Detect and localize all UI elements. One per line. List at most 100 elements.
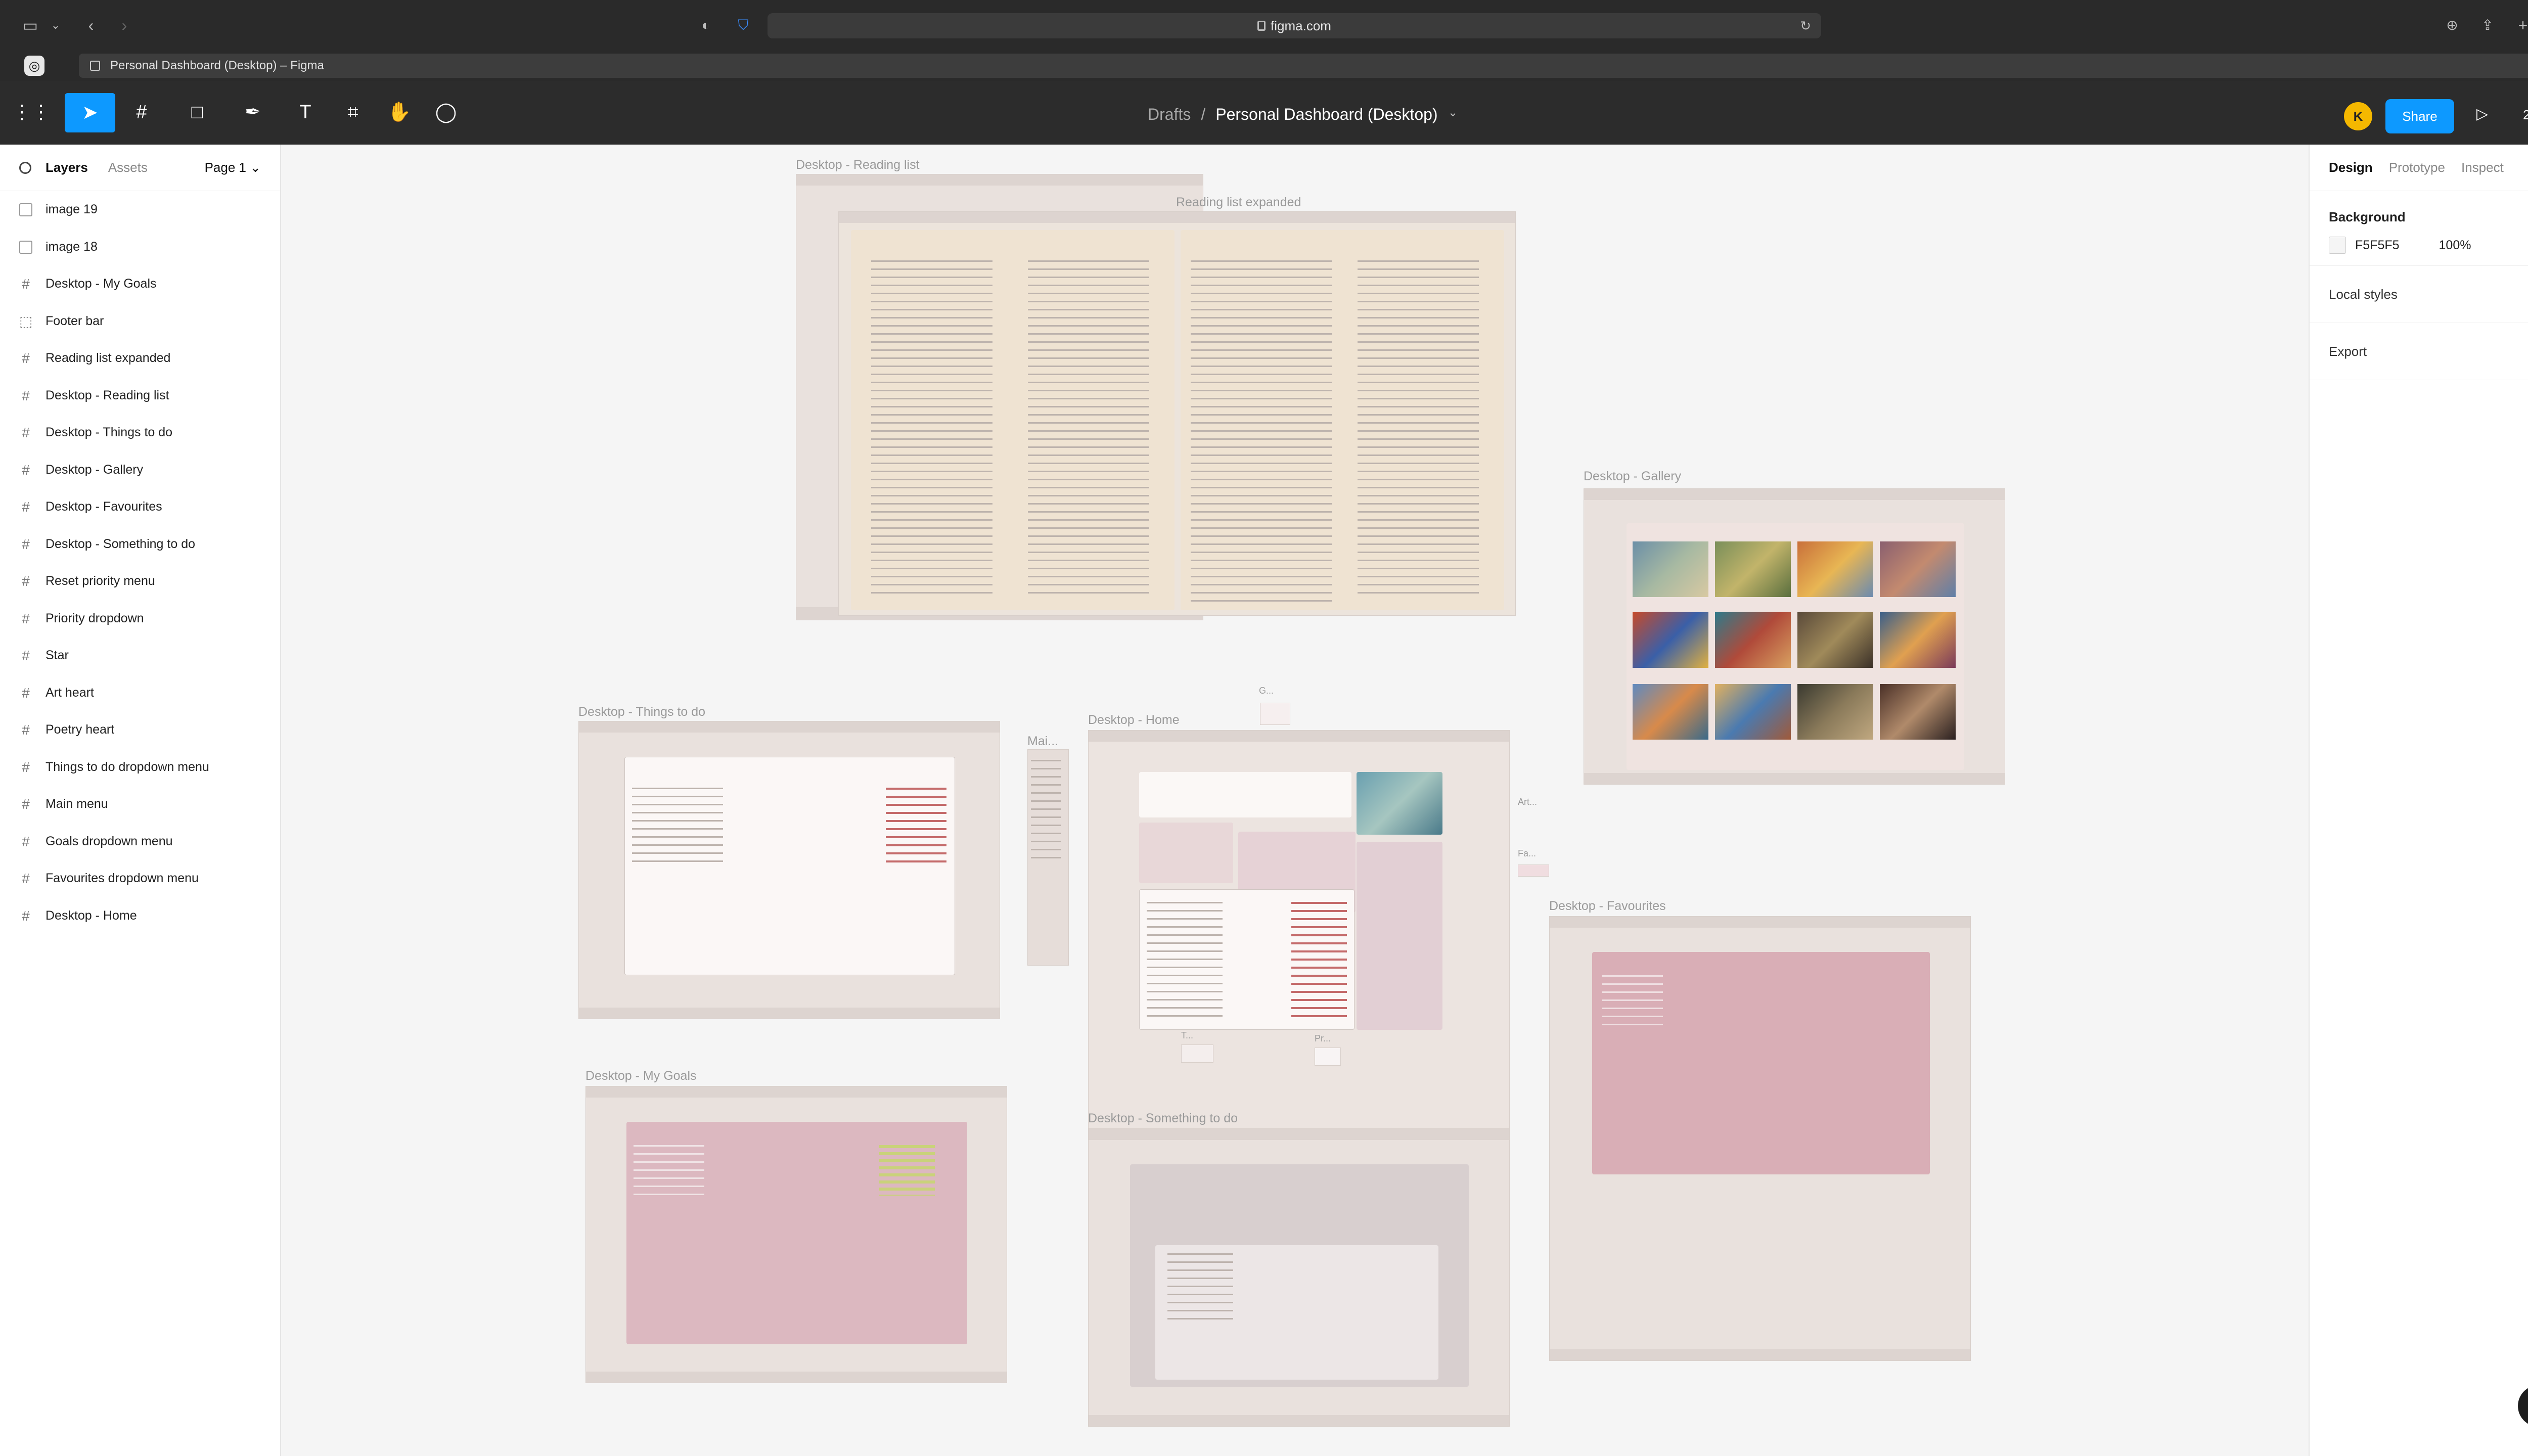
- present-icon[interactable]: ▷: [2476, 105, 2488, 123]
- tab-layers[interactable]: Layers: [46, 160, 88, 175]
- frame-label-home[interactable]: Desktop - Home: [1088, 713, 1180, 727]
- layer-item[interactable]: # Poetry heart: [0, 711, 280, 749]
- tab-assets[interactable]: Assets: [108, 160, 148, 175]
- frame-tool-icon[interactable]: #: [126, 97, 157, 127]
- layer-item[interactable]: # Favourites dropdown menu: [0, 860, 280, 897]
- layer-item[interactable]: # Main menu: [0, 786, 280, 823]
- search-icon[interactable]: [19, 162, 31, 174]
- share-button[interactable]: Share: [2385, 99, 2454, 133]
- frame-label-art-heart[interactable]: Art...: [1518, 797, 1537, 807]
- hand-tool-icon[interactable]: ✋: [384, 97, 415, 127]
- shield-icon[interactable]: ⛉: [733, 15, 753, 35]
- file-name[interactable]: Personal Dashboard (Desktop): [1215, 105, 1437, 124]
- main-menu-icon[interactable]: ⋮⋮: [12, 97, 51, 127]
- frame-label-favourites-dropdown[interactable]: Fa...: [1518, 848, 1536, 859]
- page-selector[interactable]: Page 1 ⌄: [205, 160, 261, 175]
- layer-item[interactable]: # Reset priority menu: [0, 563, 280, 600]
- art-thumbnail[interactable]: [1715, 612, 1791, 668]
- frame-label-priority-dropdown[interactable]: Pr...: [1315, 1033, 1331, 1044]
- frame-gallery[interactable]: [1584, 488, 2005, 785]
- privacy-icon[interactable]: ◐: [696, 15, 716, 35]
- figma-app-icon[interactable]: ◎: [24, 56, 44, 76]
- layer-item[interactable]: # Art heart: [0, 674, 280, 712]
- frame-home[interactable]: [1088, 730, 1510, 1173]
- frame-label-my-goals[interactable]: Desktop - My Goals: [585, 1069, 697, 1083]
- layer-item[interactable]: # Desktop - Something to do: [0, 526, 280, 563]
- breadcrumb-drafts[interactable]: Drafts: [1148, 105, 1191, 124]
- art-thumbnail[interactable]: [1633, 684, 1708, 740]
- address-bar[interactable]: figma.com ↻: [768, 13, 1821, 38]
- frame-label-something[interactable]: Desktop - Something to do: [1088, 1111, 1238, 1126]
- layer-item[interactable]: # Reading list expanded: [0, 340, 280, 377]
- frame-label-things-to-do[interactable]: Desktop - Things to do: [578, 705, 705, 719]
- art-widget[interactable]: [1357, 772, 1442, 835]
- rectangle-tool-icon[interactable]: □: [182, 97, 212, 127]
- layer-item[interactable]: # Things to do dropdown menu: [0, 749, 280, 786]
- frame-label-gallery[interactable]: Desktop - Gallery: [1584, 469, 1681, 484]
- frame-favourites-dropdown[interactable]: [1518, 864, 1549, 877]
- layer-item[interactable]: # Desktop - Gallery: [0, 451, 280, 489]
- frame-favourites[interactable]: [1549, 916, 1971, 1361]
- frame-label-goals-dropdown[interactable]: G...: [1259, 686, 1274, 696]
- tab-design[interactable]: Design: [2329, 160, 2373, 175]
- layer-item[interactable]: image 18: [0, 229, 280, 266]
- share-page-icon[interactable]: ⇪: [2477, 15, 2498, 35]
- art-thumbnail[interactable]: [1797, 684, 1873, 740]
- goals-card: [626, 1122, 967, 1344]
- art-thumbnail[interactable]: [1797, 612, 1873, 668]
- canvas[interactable]: Desktop - Reading list Reading list expa…: [281, 145, 2309, 1456]
- art-thumbnail[interactable]: [1715, 684, 1791, 740]
- chevron-down-icon[interactable]: ⌄: [46, 15, 66, 35]
- layer-item[interactable]: # Desktop - Favourites: [0, 488, 280, 526]
- art-thumbnail[interactable]: [1633, 541, 1708, 597]
- sidebar-toggle-icon[interactable]: ▭: [20, 15, 40, 35]
- reload-icon[interactable]: ↻: [1800, 18, 1811, 34]
- forward-icon[interactable]: ›: [114, 15, 134, 35]
- comment-tool-icon[interactable]: ◯: [431, 97, 461, 127]
- frame-priority-dropdown[interactable]: [1315, 1048, 1341, 1066]
- art-thumbnail[interactable]: [1880, 684, 1956, 740]
- background-hex[interactable]: F5F5F5: [2355, 238, 2400, 253]
- layer-item[interactable]: # Desktop - My Goals: [0, 265, 280, 303]
- download-icon[interactable]: ⊕: [2442, 15, 2462, 35]
- tab-prototype[interactable]: Prototype: [2389, 160, 2445, 175]
- background-opacity[interactable]: 100%: [2439, 238, 2471, 253]
- art-thumbnail[interactable]: [1880, 541, 1956, 597]
- frame-label-reading-expanded[interactable]: Reading list expanded: [1176, 195, 1301, 210]
- frame-things-dropdown[interactable]: [1181, 1044, 1213, 1063]
- layer-item[interactable]: # Desktop - Things to do: [0, 414, 280, 451]
- layer-item[interactable]: # Star: [0, 637, 280, 674]
- frame-label-reading-list[interactable]: Desktop - Reading list: [796, 158, 920, 172]
- frame-my-goals[interactable]: [585, 1086, 1007, 1383]
- zoom-level[interactable]: 25%: [2523, 107, 2528, 123]
- move-tool-icon[interactable]: ➤: [65, 93, 115, 132]
- layer-item[interactable]: ⬚ Footer bar: [0, 303, 280, 340]
- layer-item[interactable]: image 19: [0, 191, 280, 229]
- text-tool-icon[interactable]: T: [290, 97, 321, 127]
- frame-things-to-do[interactable]: [578, 721, 1000, 1019]
- color-swatch[interactable]: [2329, 237, 2346, 254]
- layer-item[interactable]: # Desktop - Reading list: [0, 377, 280, 415]
- new-tab-icon[interactable]: +: [2513, 15, 2528, 35]
- frame-label-main-menu[interactable]: Mai...: [1027, 734, 1058, 749]
- back-icon[interactable]: ‹: [81, 15, 101, 35]
- chevron-down-icon[interactable]: ⌄: [1448, 105, 1458, 124]
- layer-item[interactable]: # Priority dropdown: [0, 600, 280, 638]
- components-tool-icon[interactable]: ⌗: [338, 97, 368, 127]
- browser-tab[interactable]: Personal Dashboard (Desktop) – Figma: [79, 54, 2528, 78]
- frame-something[interactable]: [1088, 1128, 1510, 1427]
- art-thumbnail[interactable]: [1633, 612, 1708, 668]
- frame-label-favourites[interactable]: Desktop - Favourites: [1549, 899, 1666, 914]
- tab-inspect[interactable]: Inspect: [2461, 160, 2504, 175]
- art-thumbnail[interactable]: [1880, 612, 1956, 668]
- layer-item[interactable]: # Desktop - Home: [0, 897, 280, 935]
- frame-label-things-dropdown[interactable]: T...: [1181, 1030, 1193, 1041]
- frame-main-menu[interactable]: [1027, 749, 1069, 966]
- avatar[interactable]: K: [2344, 102, 2372, 130]
- frame-reading-expanded[interactable]: [838, 211, 1516, 616]
- frame-goals-dropdown[interactable]: [1260, 703, 1290, 725]
- layer-item[interactable]: # Goals dropdown menu: [0, 823, 280, 860]
- art-thumbnail[interactable]: [1797, 541, 1873, 597]
- art-thumbnail[interactable]: [1715, 541, 1791, 597]
- pen-tool-icon[interactable]: ✒: [238, 97, 268, 127]
